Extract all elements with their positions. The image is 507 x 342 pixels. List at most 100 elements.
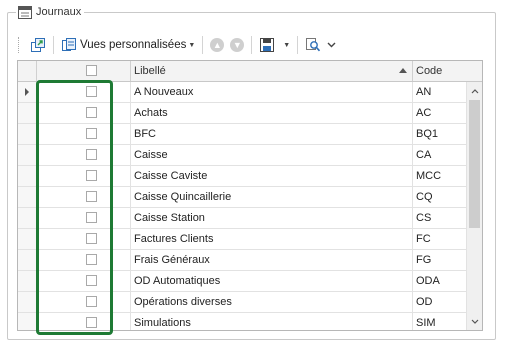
libelle-cell[interactable]: OD Automatiques: [130, 271, 413, 291]
row-checkbox[interactable]: [86, 170, 97, 181]
toolbar: Vues personnalisées ▼ ▲ ▼ ▼: [18, 33, 339, 57]
current-row-icon: [25, 88, 29, 96]
row-checkbox[interactable]: [86, 275, 97, 286]
chevron-down-icon: [327, 42, 336, 48]
code-cell[interactable]: AC: [412, 103, 466, 123]
row-indicator-header: [18, 61, 37, 81]
libelle-cell[interactable]: Factures Clients: [130, 229, 413, 249]
row-checkbox[interactable]: [86, 107, 97, 118]
libelle-text: Caisse Station: [134, 212, 205, 224]
search-dropdown-button[interactable]: [324, 35, 339, 55]
table-row[interactable]: BFC BQ1: [18, 124, 466, 145]
code-text: FC: [416, 233, 431, 245]
select-cell: [36, 292, 131, 312]
table-row[interactable]: Caisse Station CS: [18, 208, 466, 229]
move-up-button[interactable]: ▲: [207, 35, 227, 55]
save-dropdown-button[interactable]: ▼: [278, 35, 293, 55]
scrollbar-thumb[interactable]: [469, 100, 480, 228]
select-cell: [36, 187, 131, 207]
scroll-up-button[interactable]: [467, 83, 482, 99]
libelle-text: A Nouveaux: [134, 86, 194, 98]
column-header-libelle[interactable]: Libellé: [130, 61, 413, 81]
group-title-label: Journaux: [36, 6, 82, 18]
table-row[interactable]: OD Automatiques ODA: [18, 271, 466, 292]
libelle-text: Factures Clients: [134, 233, 214, 245]
table-row[interactable]: Caisse CA: [18, 145, 466, 166]
export-button[interactable]: [27, 35, 49, 55]
column-header-code[interactable]: Code: [412, 61, 466, 81]
move-down-button[interactable]: ▼: [227, 35, 247, 55]
libelle-text: Frais Généraux: [134, 254, 210, 266]
code-cell[interactable]: OD: [412, 292, 466, 312]
row-checkbox[interactable]: [86, 128, 97, 139]
libelle-cell[interactable]: Caisse: [130, 145, 413, 165]
search-button[interactable]: [302, 35, 324, 55]
views-icon: [62, 38, 76, 51]
row-checkbox[interactable]: [86, 317, 97, 328]
libelle-cell[interactable]: BFC: [130, 124, 413, 144]
libelle-cell[interactable]: Opérations diverses: [130, 292, 413, 312]
chevron-down-icon: ▼: [283, 41, 291, 49]
select-cell: [36, 229, 131, 249]
libelle-cell[interactable]: A Nouveaux: [130, 82, 413, 102]
group-title: Journaux: [16, 4, 85, 20]
code-cell[interactable]: SIM: [412, 313, 466, 330]
select-all-header: [36, 61, 131, 81]
libelle-cell[interactable]: Simulations: [130, 313, 413, 330]
row-checkbox[interactable]: [86, 86, 97, 97]
code-text: OD: [416, 296, 433, 308]
libelle-cell[interactable]: Caisse Quincaillerie: [130, 187, 413, 207]
libelle-text: Achats: [134, 107, 168, 119]
row-checkbox[interactable]: [86, 233, 97, 244]
code-cell[interactable]: CQ: [412, 187, 466, 207]
custom-views-button[interactable]: Vues personnalisées ▼: [58, 35, 198, 55]
table-row[interactable]: Simulations SIM: [18, 313, 466, 330]
toolbar-grip[interactable]: [18, 37, 21, 53]
code-cell[interactable]: AN: [412, 82, 466, 102]
code-text: AN: [416, 86, 432, 98]
vertical-scrollbar[interactable]: [466, 82, 482, 330]
journals-grid: Libellé Code A Nouveaux AN Achats AC BFC BQ1 C…: [17, 60, 483, 331]
code-cell[interactable]: BQ1: [412, 124, 466, 144]
toolbar-separator: [53, 36, 54, 54]
table-row[interactable]: Frais Généraux FG: [18, 250, 466, 271]
select-cell: [36, 313, 131, 330]
code-cell[interactable]: FC: [412, 229, 466, 249]
table-row[interactable]: Achats AC: [18, 103, 466, 124]
code-cell[interactable]: ODA: [412, 271, 466, 291]
row-checkbox[interactable]: [86, 296, 97, 307]
column-header-libelle-label: Libellé: [134, 65, 166, 77]
code-text: CQ: [416, 191, 433, 203]
scroll-down-button[interactable]: [467, 313, 482, 329]
code-text: SIM: [416, 317, 436, 329]
libelle-cell[interactable]: Achats: [130, 103, 413, 123]
code-cell[interactable]: CS: [412, 208, 466, 228]
table-row[interactable]: Factures Clients FC: [18, 229, 466, 250]
chevron-down-icon: ▼: [188, 41, 196, 49]
row-checkbox[interactable]: [86, 149, 97, 160]
table-row[interactable]: Caisse Caviste MCC: [18, 166, 466, 187]
row-checkbox[interactable]: [86, 254, 97, 265]
libelle-cell[interactable]: Frais Généraux: [130, 250, 413, 270]
select-cell: [36, 103, 131, 123]
code-cell[interactable]: FG: [412, 250, 466, 270]
row-checkbox[interactable]: [86, 212, 97, 223]
row-indicator: [18, 166, 37, 186]
table-row[interactable]: A Nouveaux AN: [18, 82, 466, 103]
toolbar-separator: [251, 36, 253, 54]
code-cell[interactable]: MCC: [412, 166, 466, 186]
table-row[interactable]: Opérations diverses OD: [18, 292, 466, 313]
row-checkbox[interactable]: [86, 191, 97, 202]
code-text: ODA: [416, 275, 440, 287]
code-text: FG: [416, 254, 432, 266]
table-row[interactable]: Caisse Quincaillerie CQ: [18, 187, 466, 208]
save-button[interactable]: [256, 35, 278, 55]
libelle-cell[interactable]: Caisse Caviste: [130, 166, 413, 186]
code-cell[interactable]: CA: [412, 145, 466, 165]
code-text: BQ1: [416, 128, 439, 140]
select-cell: [36, 208, 131, 228]
toolbar-separator: [297, 36, 299, 54]
libelle-text: Simulations: [134, 317, 191, 329]
select-all-checkbox[interactable]: [86, 65, 97, 76]
libelle-cell[interactable]: Caisse Station: [130, 208, 413, 228]
